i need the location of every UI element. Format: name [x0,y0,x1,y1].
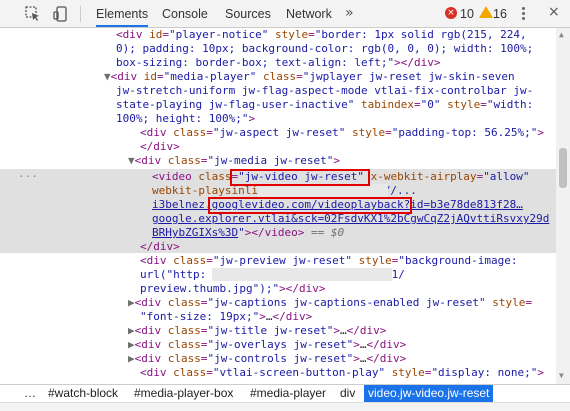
breadcrumb-video[interactable]: video.jw-video.jw-reset [364,385,494,402]
elements-tree: <div id="player-notice" style="border: 1… [0,28,556,384]
code-line[interactable]: </div> [140,140,556,154]
red-annotation-url-box [208,197,412,214]
toolbar-divider [80,6,81,22]
breadcrumb: … #watch-block #media-player-box #media-… [0,384,570,402]
tab-sources[interactable]: Sources [225,0,271,27]
tab-console[interactable]: Console [162,0,208,27]
code-line-selected[interactable]: google.explorer.vtlai&sck=02FsdvKX1%2bCg… [152,212,556,226]
inspect-element-icon[interactable] [24,5,42,23]
more-tabs-button[interactable]: » [345,0,354,27]
breadcrumb-div[interactable]: div [340,385,355,402]
code-line[interactable]: ▶<div class="jw-overlays jw-reset">…</di… [128,338,556,352]
vertical-scrollbar[interactable]: ▲ ▼ [556,28,570,384]
tab-network[interactable]: Network [286,0,332,27]
red-annotation-class-box [230,169,370,186]
more-options-icon[interactable] [522,7,525,22]
breadcrumb-media-player[interactable]: #media-player [250,385,326,402]
error-icon[interactable]: × [445,7,457,19]
tab-elements[interactable]: Elements [96,0,149,27]
breadcrumb-watch-block[interactable]: #watch-block [48,385,118,402]
code-line[interactable]: <div id="player-notice" style="border: 1… [116,28,556,42]
code-line[interactable]: ▶<div class="jw-captions jw-captions-ena… [128,296,556,310]
code-line[interactable]: ▶<div class="jw-title jw-reset">…</div> [128,324,556,338]
code-line[interactable]: ▼<div class="jw-media jw-reset"> [128,154,556,168]
scrollbar-thumb[interactable] [559,148,567,188]
code-line[interactable]: ▶<div class="jw-controls jw-reset">…</di… [128,352,556,366]
warning-icon[interactable] [479,6,493,18]
code-line[interactable]: box-sizing: border-box; text-align: left… [116,56,556,70]
code-line[interactable]: 0); padding: 10px; background-color: rgb… [116,42,556,56]
code-line[interactable]: 100%; height: 100%;"> [116,112,556,126]
redacted-preview-url [212,268,392,281]
error-count[interactable]: 10 [460,0,474,28]
code-line[interactable]: <div class="jw-preview jw-reset" style="… [140,254,556,268]
code-line[interactable]: "font-size: 19px;">…</div> [140,310,556,324]
code-line[interactable]: ▼<div id="media-player" class="jwplayer … [104,70,556,84]
code-line[interactable]: jw-stretch-uniform jw-flag-aspect-mode v… [116,84,556,98]
device-toolbar-icon[interactable] [52,5,70,23]
drawer-bar [0,402,570,411]
breadcrumb-media-player-box[interactable]: #media-player-box [134,385,233,402]
breadcrumb-ellipsis[interactable]: … [24,385,36,402]
scroll-up-arrow-icon[interactable]: ▲ [559,30,564,39]
code-line[interactable]: <div class="vtlai-screen-button-play" st… [140,366,556,380]
code-line[interactable]: state-playing jw-flag-user-inactive" tab… [116,98,556,112]
devtools-toolbar: Elements Console Sources Network » × 10 … [0,0,570,28]
scroll-down-arrow-icon[interactable]: ▼ [559,371,564,380]
close-devtools-button[interactable]: × [548,4,560,20]
code-line[interactable]: <div class="jw-aspect jw-reset" style="p… [140,126,556,140]
code-line[interactable]: </div> [140,240,556,254]
code-line-selected[interactable]: BRHybZGIXs%3D"></video> == $0 [152,226,556,240]
warning-count[interactable]: 16 [493,0,507,28]
code-line[interactable]: preview.thumb.jpg");"></div> [140,282,556,296]
